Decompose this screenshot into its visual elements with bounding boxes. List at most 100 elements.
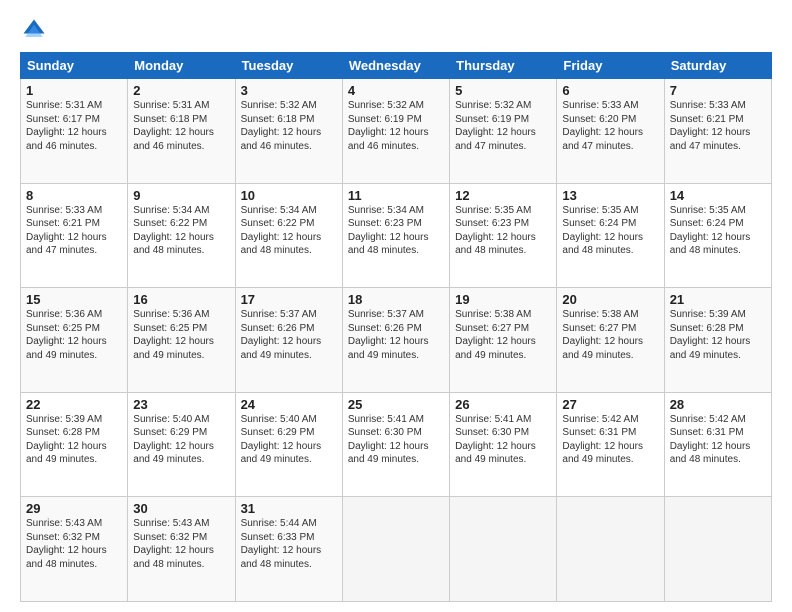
day-info: Sunrise: 5:35 AM Sunset: 6:23 PM Dayligh… xyxy=(455,204,551,258)
sunset-label: Sunset: 6:20 PM xyxy=(562,114,636,125)
day-info: Sunrise: 5:36 AM Sunset: 6:25 PM Dayligh… xyxy=(26,308,122,362)
day-number: 10 xyxy=(241,188,337,203)
table-row: 21 Sunrise: 5:39 AM Sunset: 6:28 PM Dayl… xyxy=(664,288,771,393)
day-info: Sunrise: 5:33 AM Sunset: 6:20 PM Dayligh… xyxy=(562,99,658,153)
day-number: 21 xyxy=(670,292,766,307)
sunset-label: Sunset: 6:30 PM xyxy=(348,427,422,438)
daylight-label: Daylight: 12 hours and 49 minutes. xyxy=(670,336,751,361)
sunset-label: Sunset: 6:33 PM xyxy=(241,532,315,543)
sunrise-label: Sunrise: 5:32 AM xyxy=(348,100,424,111)
daylight-label: Daylight: 12 hours and 49 minutes. xyxy=(562,336,643,361)
table-row: 12 Sunrise: 5:35 AM Sunset: 6:23 PM Dayl… xyxy=(450,183,557,288)
table-row: 31 Sunrise: 5:44 AM Sunset: 6:33 PM Dayl… xyxy=(235,497,342,602)
day-info: Sunrise: 5:44 AM Sunset: 6:33 PM Dayligh… xyxy=(241,517,337,571)
sunset-label: Sunset: 6:25 PM xyxy=(133,323,207,334)
table-row: 30 Sunrise: 5:43 AM Sunset: 6:32 PM Dayl… xyxy=(128,497,235,602)
sunset-label: Sunset: 6:32 PM xyxy=(133,532,207,543)
table-row: 28 Sunrise: 5:42 AM Sunset: 6:31 PM Dayl… xyxy=(664,392,771,497)
sunrise-label: Sunrise: 5:31 AM xyxy=(133,100,209,111)
daylight-label: Daylight: 12 hours and 49 minutes. xyxy=(562,441,643,466)
day-number: 20 xyxy=(562,292,658,307)
day-info: Sunrise: 5:38 AM Sunset: 6:27 PM Dayligh… xyxy=(455,308,551,362)
daylight-label: Daylight: 12 hours and 48 minutes. xyxy=(133,232,214,257)
day-number: 30 xyxy=(133,501,229,516)
table-row: 9 Sunrise: 5:34 AM Sunset: 6:22 PM Dayli… xyxy=(128,183,235,288)
sunset-label: Sunset: 6:30 PM xyxy=(455,427,529,438)
day-info: Sunrise: 5:40 AM Sunset: 6:29 PM Dayligh… xyxy=(241,413,337,467)
sunset-label: Sunset: 6:24 PM xyxy=(670,218,744,229)
day-info: Sunrise: 5:31 AM Sunset: 6:17 PM Dayligh… xyxy=(26,99,122,153)
sunset-label: Sunset: 6:22 PM xyxy=(133,218,207,229)
day-info: Sunrise: 5:32 AM Sunset: 6:18 PM Dayligh… xyxy=(241,99,337,153)
day-number: 3 xyxy=(241,83,337,98)
day-info: Sunrise: 5:34 AM Sunset: 6:22 PM Dayligh… xyxy=(241,204,337,258)
table-row: 5 Sunrise: 5:32 AM Sunset: 6:19 PM Dayli… xyxy=(450,79,557,184)
sunrise-label: Sunrise: 5:43 AM xyxy=(133,518,209,529)
day-number: 31 xyxy=(241,501,337,516)
table-row: 8 Sunrise: 5:33 AM Sunset: 6:21 PM Dayli… xyxy=(21,183,128,288)
day-info: Sunrise: 5:34 AM Sunset: 6:22 PM Dayligh… xyxy=(133,204,229,258)
logo-icon xyxy=(20,16,48,44)
calendar-week-0: 1 Sunrise: 5:31 AM Sunset: 6:17 PM Dayli… xyxy=(21,79,772,184)
table-row: 20 Sunrise: 5:38 AM Sunset: 6:27 PM Dayl… xyxy=(557,288,664,393)
table-row xyxy=(557,497,664,602)
daylight-label: Daylight: 12 hours and 48 minutes. xyxy=(241,232,322,257)
daylight-label: Daylight: 12 hours and 48 minutes. xyxy=(562,232,643,257)
day-number: 24 xyxy=(241,397,337,412)
daylight-label: Daylight: 12 hours and 46 minutes. xyxy=(241,127,322,152)
table-row: 24 Sunrise: 5:40 AM Sunset: 6:29 PM Dayl… xyxy=(235,392,342,497)
sunset-label: Sunset: 6:26 PM xyxy=(348,323,422,334)
daylight-label: Daylight: 12 hours and 49 minutes. xyxy=(26,336,107,361)
table-row: 2 Sunrise: 5:31 AM Sunset: 6:18 PM Dayli… xyxy=(128,79,235,184)
col-tuesday: Tuesday xyxy=(235,53,342,79)
sunrise-label: Sunrise: 5:42 AM xyxy=(562,414,638,425)
daylight-label: Daylight: 12 hours and 49 minutes. xyxy=(455,336,536,361)
sunrise-label: Sunrise: 5:42 AM xyxy=(670,414,746,425)
day-number: 28 xyxy=(670,397,766,412)
sunrise-label: Sunrise: 5:33 AM xyxy=(26,205,102,216)
day-info: Sunrise: 5:32 AM Sunset: 6:19 PM Dayligh… xyxy=(455,99,551,153)
sunrise-label: Sunrise: 5:31 AM xyxy=(26,100,102,111)
table-row: 18 Sunrise: 5:37 AM Sunset: 6:26 PM Dayl… xyxy=(342,288,449,393)
sunrise-label: Sunrise: 5:36 AM xyxy=(26,309,102,320)
table-row: 26 Sunrise: 5:41 AM Sunset: 6:30 PM Dayl… xyxy=(450,392,557,497)
calendar-week-2: 15 Sunrise: 5:36 AM Sunset: 6:25 PM Dayl… xyxy=(21,288,772,393)
sunrise-label: Sunrise: 5:37 AM xyxy=(348,309,424,320)
table-row: 10 Sunrise: 5:34 AM Sunset: 6:22 PM Dayl… xyxy=(235,183,342,288)
sunset-label: Sunset: 6:17 PM xyxy=(26,114,100,125)
day-info: Sunrise: 5:34 AM Sunset: 6:23 PM Dayligh… xyxy=(348,204,444,258)
sunrise-label: Sunrise: 5:34 AM xyxy=(133,205,209,216)
day-info: Sunrise: 5:40 AM Sunset: 6:29 PM Dayligh… xyxy=(133,413,229,467)
daylight-label: Daylight: 12 hours and 47 minutes. xyxy=(562,127,643,152)
sunrise-label: Sunrise: 5:36 AM xyxy=(133,309,209,320)
day-number: 22 xyxy=(26,397,122,412)
sunset-label: Sunset: 6:19 PM xyxy=(348,114,422,125)
day-number: 5 xyxy=(455,83,551,98)
col-wednesday: Wednesday xyxy=(342,53,449,79)
sunrise-label: Sunrise: 5:44 AM xyxy=(241,518,317,529)
day-number: 17 xyxy=(241,292,337,307)
table-row: 11 Sunrise: 5:34 AM Sunset: 6:23 PM Dayl… xyxy=(342,183,449,288)
sunrise-label: Sunrise: 5:37 AM xyxy=(241,309,317,320)
table-row: 3 Sunrise: 5:32 AM Sunset: 6:18 PM Dayli… xyxy=(235,79,342,184)
table-row: 29 Sunrise: 5:43 AM Sunset: 6:32 PM Dayl… xyxy=(21,497,128,602)
sunset-label: Sunset: 6:18 PM xyxy=(133,114,207,125)
daylight-label: Daylight: 12 hours and 49 minutes. xyxy=(133,336,214,361)
sunset-label: Sunset: 6:18 PM xyxy=(241,114,315,125)
page: Sunday Monday Tuesday Wednesday Thursday… xyxy=(0,0,792,612)
daylight-label: Daylight: 12 hours and 49 minutes. xyxy=(26,441,107,466)
sunset-label: Sunset: 6:21 PM xyxy=(26,218,100,229)
day-info: Sunrise: 5:38 AM Sunset: 6:27 PM Dayligh… xyxy=(562,308,658,362)
daylight-label: Daylight: 12 hours and 48 minutes. xyxy=(670,232,751,257)
day-info: Sunrise: 5:42 AM Sunset: 6:31 PM Dayligh… xyxy=(562,413,658,467)
day-number: 11 xyxy=(348,188,444,203)
day-info: Sunrise: 5:42 AM Sunset: 6:31 PM Dayligh… xyxy=(670,413,766,467)
daylight-label: Daylight: 12 hours and 46 minutes. xyxy=(133,127,214,152)
day-info: Sunrise: 5:35 AM Sunset: 6:24 PM Dayligh… xyxy=(670,204,766,258)
sunset-label: Sunset: 6:23 PM xyxy=(348,218,422,229)
table-row: 27 Sunrise: 5:42 AM Sunset: 6:31 PM Dayl… xyxy=(557,392,664,497)
daylight-label: Daylight: 12 hours and 49 minutes. xyxy=(348,336,429,361)
sunset-label: Sunset: 6:25 PM xyxy=(26,323,100,334)
day-number: 12 xyxy=(455,188,551,203)
day-info: Sunrise: 5:35 AM Sunset: 6:24 PM Dayligh… xyxy=(562,204,658,258)
